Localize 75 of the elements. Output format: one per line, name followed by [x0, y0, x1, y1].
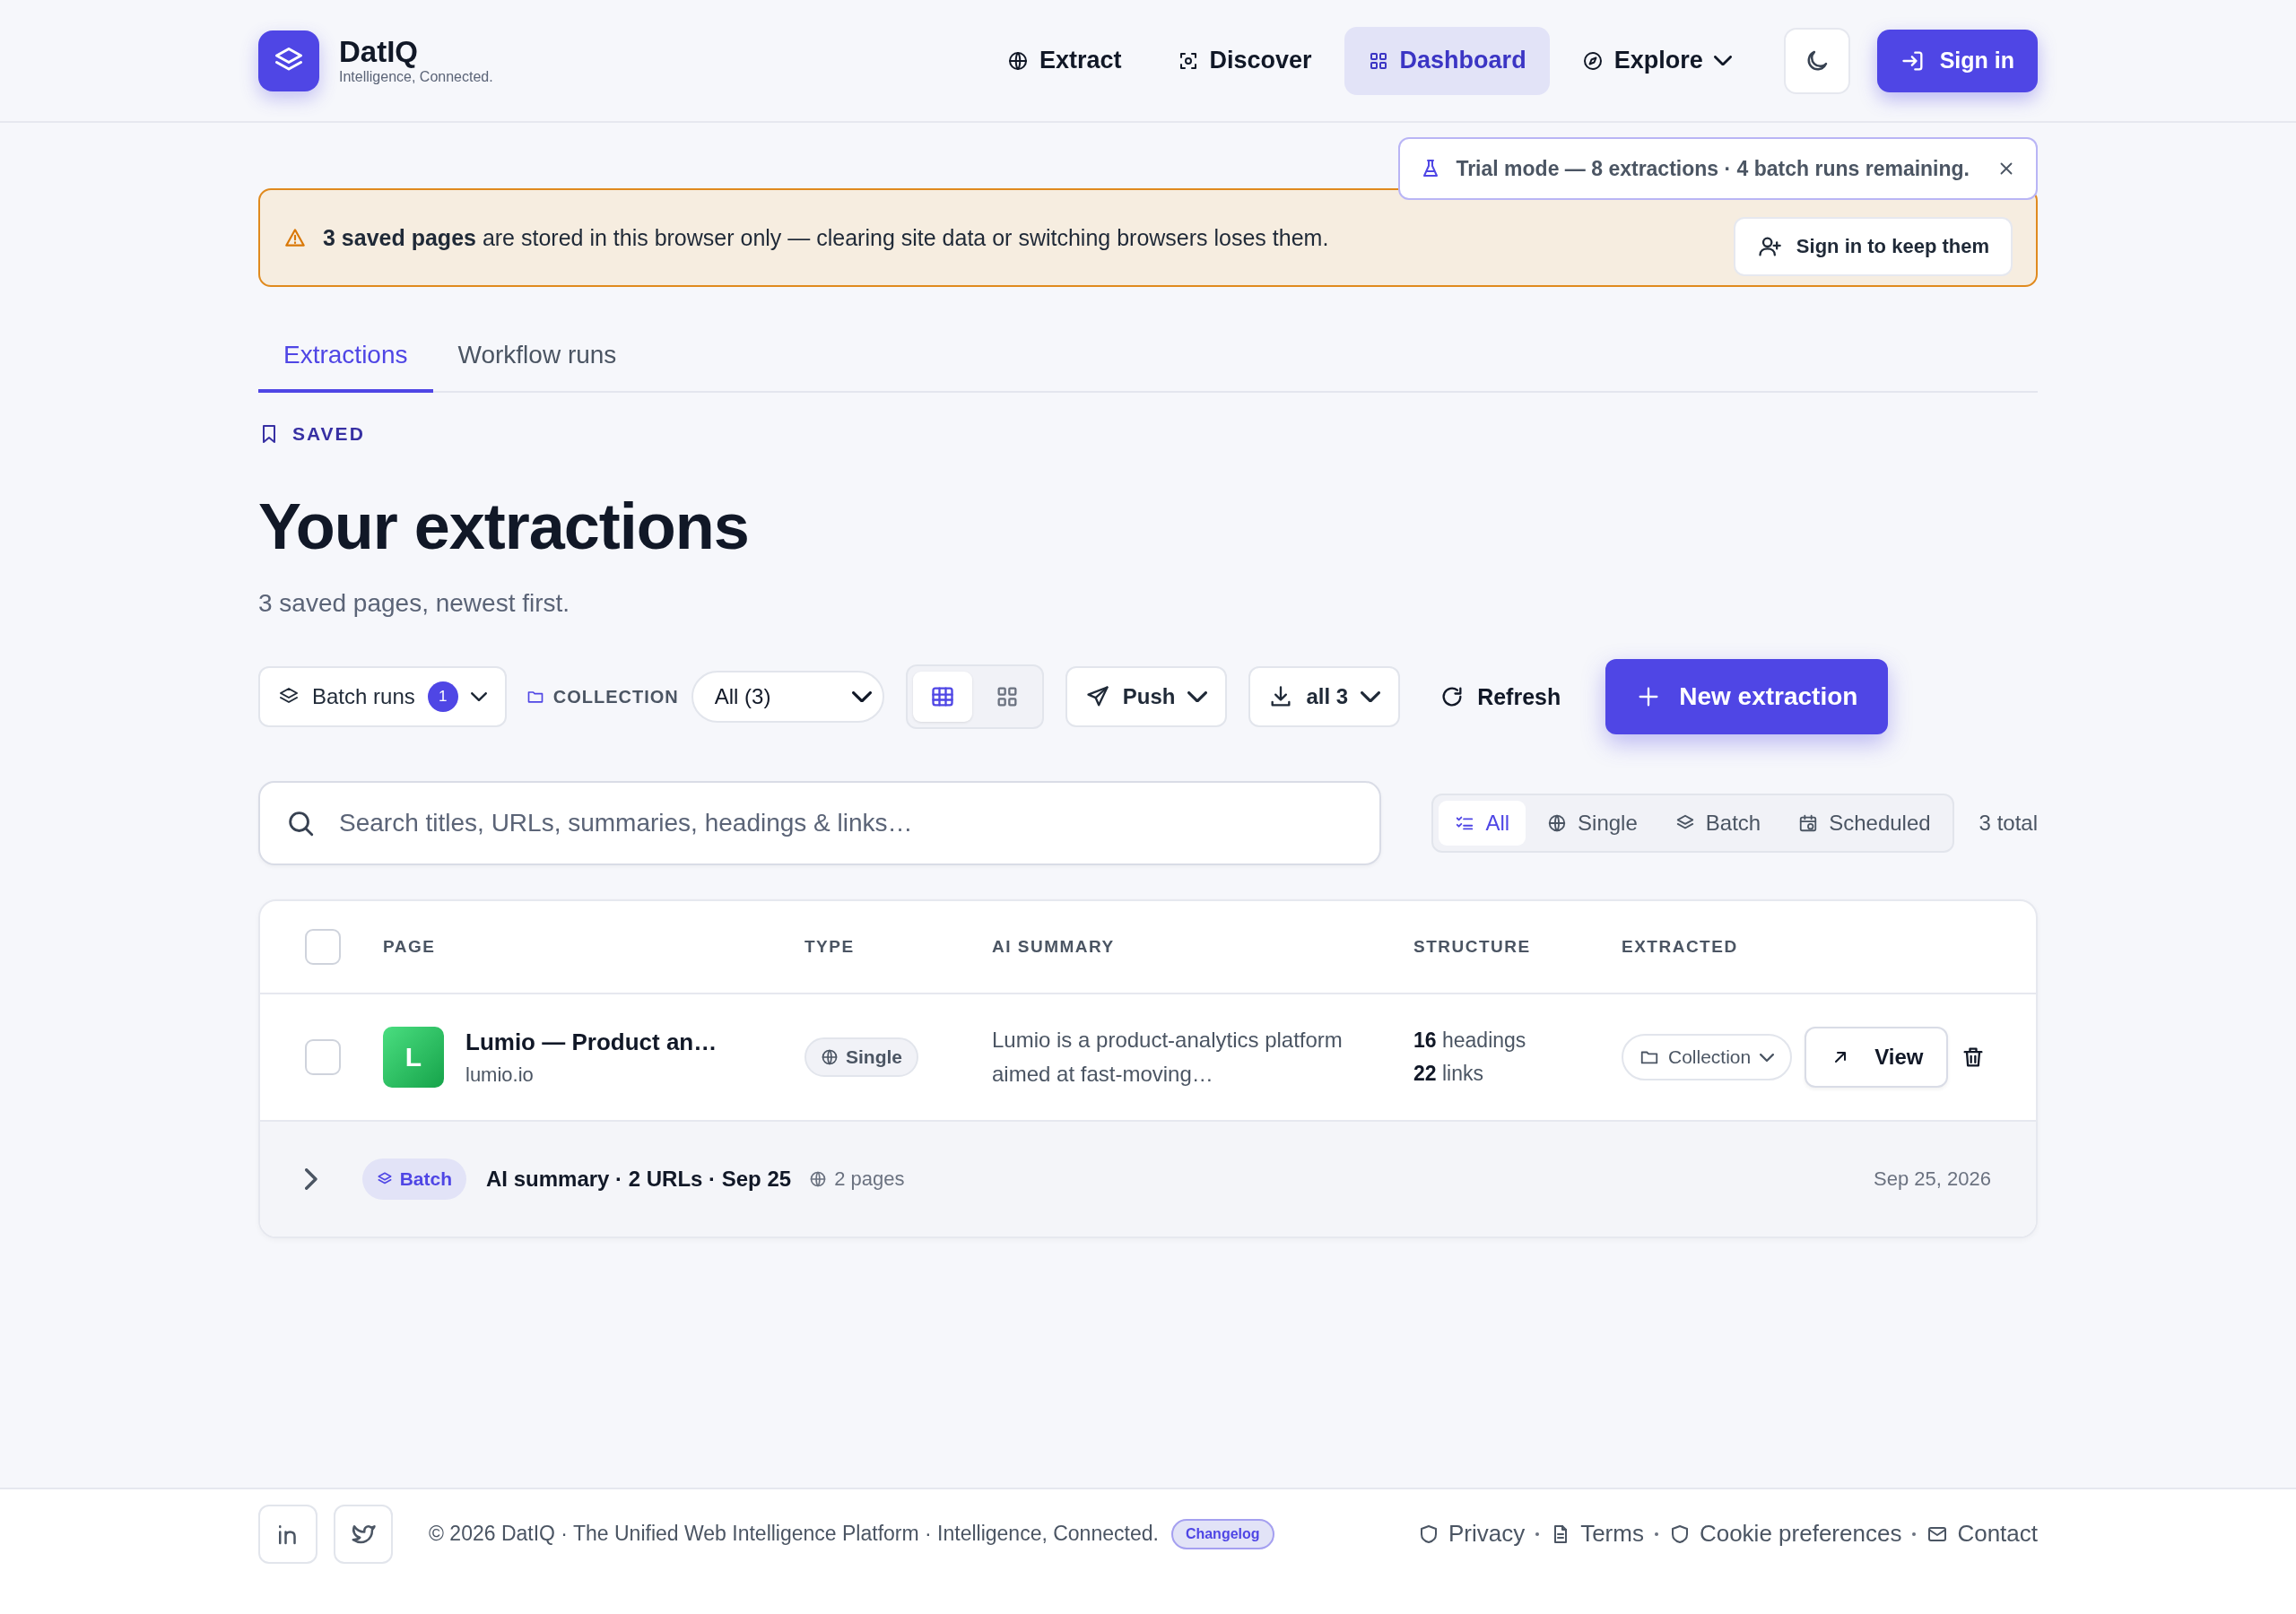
filter-tab[interactable]: All — [1439, 801, 1526, 846]
site-avatar: L — [383, 1027, 444, 1089]
batch-tag: Batch — [361, 1158, 467, 1201]
filter-tab[interactable]: Batch — [1658, 801, 1778, 846]
refresh-button[interactable]: Refresh — [1422, 666, 1579, 728]
nav-link[interactable]: Explore — [1558, 26, 1755, 95]
nav-link[interactable]: Discover — [1153, 26, 1335, 95]
expand-toggle[interactable] — [305, 1168, 317, 1191]
column-header: TYPE — [804, 937, 856, 958]
chevron-down-icon — [1187, 690, 1208, 703]
chevron-down-icon — [470, 692, 487, 702]
sign-in-to-keep-button[interactable]: Sign in to keep them — [1733, 217, 2013, 276]
nav-link[interactable]: Extract — [983, 26, 1145, 95]
page-subtitle: 3 saved pages, newest first. — [258, 589, 571, 619]
select-all-checkbox[interactable] — [305, 929, 341, 966]
chevron-right-icon — [305, 1168, 317, 1191]
view-button[interactable]: View — [1805, 1027, 1949, 1089]
collection-select[interactable]: All (3) — [691, 671, 884, 724]
filter-tab[interactable]: Scheduled — [1782, 801, 1947, 846]
push-button[interactable]: Push — [1065, 666, 1228, 728]
count-badge: 1 — [427, 681, 458, 713]
linkedin-link[interactable] — [258, 1504, 317, 1564]
changelog-badge[interactable]: Changelog — [1170, 1518, 1274, 1549]
globe-icon — [821, 1048, 839, 1067]
chevron-down-icon — [1760, 1053, 1775, 1062]
footer-link[interactable]: Terms — [1550, 1520, 1644, 1548]
summary-cell-text: Lumio is a product-analytics platform aimed at fast-moving… — [992, 1026, 1344, 1089]
footer-link[interactable]: Privacy — [1417, 1520, 1526, 1548]
column-header: EXTRACTED — [1622, 937, 1739, 958]
theme-toggle-button[interactable] — [1783, 27, 1850, 94]
globe-icon — [1547, 813, 1568, 834]
batch-runs-button[interactable]: Batch runs 1 — [258, 666, 507, 728]
table-view-button[interactable] — [912, 672, 972, 723]
collection-dropdown[interactable]: Collection — [1622, 1034, 1793, 1081]
filter-tab[interactable]: Single — [1531, 801, 1654, 846]
new-extraction-button[interactable]: New extraction — [1605, 659, 1889, 735]
trial-text: Trial mode — 8 extractions · 4 batch runs remaining. — [1456, 156, 1970, 181]
warning-text: 3 saved pages are stored in this browser only — clearing site data or switching browsers loses them. — [323, 224, 1329, 251]
chevron-down-icon — [851, 690, 872, 703]
download-button[interactable]: all 3 — [1248, 666, 1401, 728]
copyright-text: © 2026 DatIQ · The Unified Web Intelligence Platform · Intelligence, Connected. — [429, 1522, 1159, 1546]
logo-icon[interactable] — [258, 30, 319, 91]
batch-title: AI summary · 2 URLs · Sep 25 — [486, 1167, 792, 1193]
type-badge: Single — [804, 1037, 918, 1078]
row-checkbox[interactable] — [305, 1039, 341, 1076]
chevron-down-icon — [1713, 55, 1732, 66]
footer-link[interactable]: Cookie preferences — [1668, 1520, 1902, 1548]
page-title-cell: Lumio — Product an… — [465, 1028, 718, 1056]
batch-date: Sep 25, 2026 — [1874, 1167, 1991, 1192]
page-domain: lumio.io — [465, 1063, 535, 1087]
nav-link[interactable]: Dashboard — [1344, 26, 1550, 95]
tab[interactable]: Extractions — [258, 325, 433, 393]
column-header: PAGE — [383, 937, 437, 958]
brand-tagline: Intelligence, Connected. — [339, 68, 493, 85]
twitter-link[interactable] — [334, 1504, 393, 1564]
brand-name: DatIQ — [339, 36, 419, 69]
search-field[interactable]: Search titles, URLs, summaries, headings & links… — [258, 781, 1381, 866]
warning-icon — [283, 226, 307, 249]
globe-icon — [1006, 49, 1029, 72]
compass-icon — [1581, 49, 1604, 72]
section-label: SAVED — [292, 423, 365, 445]
column-header: STRUCTURE — [1413, 937, 1532, 958]
links-count: 22 links — [1413, 1062, 1484, 1087]
chevron-down-icon — [1361, 690, 1381, 703]
headings-count: 16 headings — [1413, 1028, 1527, 1054]
calendar-icon — [1798, 813, 1819, 834]
collection-label: COLLECTION — [552, 686, 679, 707]
total-count: 3 total — [1979, 811, 2038, 837]
page-title: Your extractions — [258, 491, 750, 563]
footer-link[interactable]: Contact — [1926, 1520, 2038, 1548]
globe-icon — [809, 1170, 828, 1189]
tab[interactable]: Workflow runs — [432, 325, 642, 393]
column-header: AI SUMMARY — [992, 937, 1116, 958]
page-count: 2 pages — [834, 1167, 905, 1192]
sign-in-button[interactable]: Sign in — [1876, 29, 2038, 92]
